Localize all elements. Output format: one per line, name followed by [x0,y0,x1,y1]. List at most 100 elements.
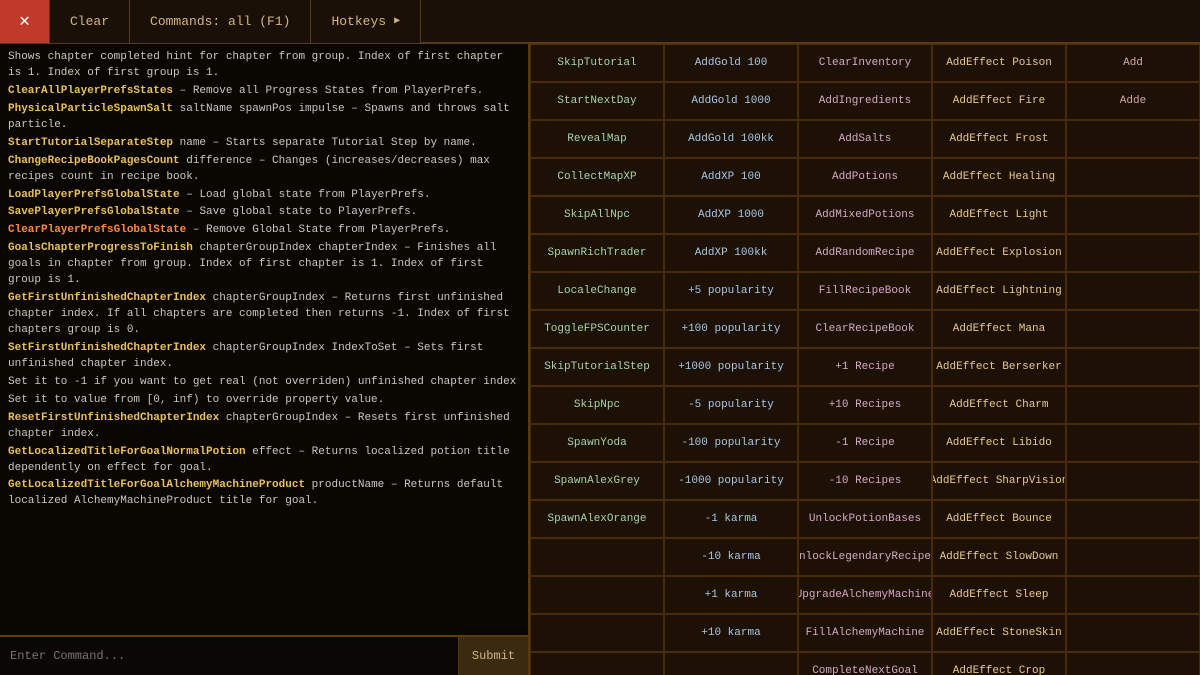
grid-button[interactable]: AddEffect Charm [932,386,1066,424]
grid-button[interactable] [530,538,664,576]
clear-button[interactable]: Clear [50,0,130,43]
grid-button[interactable]: -1 karma [664,500,798,538]
grid-button[interactable] [1066,652,1200,675]
grid-button[interactable] [1066,576,1200,614]
grid-button[interactable]: SkipNpc [530,386,664,424]
grid-button[interactable]: ClearRecipeBook [798,310,932,348]
grid-button[interactable]: +10 karma [664,614,798,652]
grid-button[interactable] [1066,158,1200,196]
grid-button[interactable]: AddEffect Berserker [932,348,1066,386]
hotkeys-button[interactable]: Hotkeys ▶ [311,0,421,43]
console-line: Shows chapter completed hint for chapter… [8,50,520,82]
grid-button[interactable]: -1 Recipe [798,424,932,462]
grid-button[interactable]: FillAlchemyMachine [798,614,932,652]
grid-button[interactable]: AddGold 100kk [664,120,798,158]
grid-button[interactable] [530,652,664,675]
grid-button[interactable]: AddEffect SlowDown [932,538,1066,576]
grid-button[interactable]: +5 popularity [664,272,798,310]
grid-button[interactable]: AddEffect Sleep [932,576,1066,614]
grid-button[interactable]: AddEffect Bounce [932,500,1066,538]
grid-button[interactable]: RevealMap [530,120,664,158]
grid-button[interactable]: AddXP 100kk [664,234,798,272]
grid-button[interactable]: +1000 popularity [664,348,798,386]
grid-button[interactable]: LocaleChange [530,272,664,310]
grid-button[interactable]: AddRandomRecipe [798,234,932,272]
grid-button[interactable] [530,614,664,652]
grid-button[interactable]: SpawnRichTrader [530,234,664,272]
grid-button[interactable]: +1 Recipe [798,348,932,386]
console-line: GetLocalizedTitleForGoalNormalPotion eff… [8,445,520,477]
console-line: ChangeRecipeBookPagesCount difference – … [8,154,520,186]
grid-button[interactable]: SpawnYoda [530,424,664,462]
grid-button[interactable]: AddEffect Libido [932,424,1066,462]
grid-button[interactable]: AddEffect Explosion [932,234,1066,272]
grid-button[interactable]: UnlockPotionBases [798,500,932,538]
grid-button[interactable] [1066,196,1200,234]
grid-button[interactable]: -1000 popularity [664,462,798,500]
grid-button[interactable]: CompleteNextGoal [798,652,932,675]
grid-button[interactable]: ToggleFPSCounter [530,310,664,348]
submit-button[interactable]: Submit [458,637,528,675]
grid-button[interactable] [1066,500,1200,538]
grid-button[interactable]: AddEffect Fire [932,82,1066,120]
grid-button[interactable]: AddEffect Crop [932,652,1066,675]
console-line: StartTutorialSeparateStep name – Starts … [8,136,520,152]
grid-button[interactable]: +10 Recipes [798,386,932,424]
grid-button[interactable] [1066,234,1200,272]
grid-button[interactable]: AddXP 1000 [664,196,798,234]
commands-button[interactable]: Commands: all (F1) [130,0,311,43]
grid-button[interactable]: AddXP 100 [664,158,798,196]
grid-button[interactable]: Add [1066,44,1200,82]
grid-button[interactable]: Adde [1066,82,1200,120]
grid-button[interactable]: SkipAllNpc [530,196,664,234]
grid-button[interactable]: AddEffect StoneSkin [932,614,1066,652]
grid-button[interactable]: UnlockLegendaryRecipes [798,538,932,576]
grid-button[interactable]: AddEffect Mana [932,310,1066,348]
grid-button[interactable] [1066,272,1200,310]
grid-button[interactable]: AddIngredients [798,82,932,120]
grid-button[interactable]: +1 karma [664,576,798,614]
grid-button[interactable] [1066,424,1200,462]
grid-button[interactable]: AddEffect Frost [932,120,1066,158]
close-button[interactable]: ✕ [0,0,50,43]
grid-button[interactable] [664,652,798,675]
grid-button[interactable] [1066,614,1200,652]
grid-button[interactable]: SkipTutorialStep [530,348,664,386]
console-line: GetFirstUnfinishedChapterIndex chapterGr… [8,291,520,339]
grid-button[interactable] [1066,120,1200,158]
grid-button[interactable]: AddPotions [798,158,932,196]
grid-button[interactable]: -5 popularity [664,386,798,424]
grid-button[interactable] [530,576,664,614]
grid-button[interactable] [1066,538,1200,576]
console-line: Set it to -1 if you want to get real (no… [8,375,520,391]
grid-button[interactable]: SpawnAlexGrey [530,462,664,500]
console-output[interactable]: Shows chapter completed hint for chapter… [0,44,528,635]
grid-button[interactable]: AddEffect Poison [932,44,1066,82]
grid-button[interactable] [1066,310,1200,348]
command-input[interactable] [0,637,458,675]
grid-button[interactable]: -10 Recipes [798,462,932,500]
grid-button[interactable] [1066,462,1200,500]
grid-button[interactable] [1066,386,1200,424]
grid-button[interactable]: UpgradeAlchemyMachine [798,576,932,614]
grid-button[interactable]: SkipTutorial [530,44,664,82]
cmd-name: GetFirstUnfinishedChapterIndex [8,292,206,304]
grid-button[interactable]: AddGold 1000 [664,82,798,120]
grid-button[interactable] [1066,348,1200,386]
grid-button[interactable]: -100 popularity [664,424,798,462]
grid-button[interactable]: AddEffect SharpVision [932,462,1066,500]
grid-button[interactable]: AddEffect Lightning [932,272,1066,310]
grid-button[interactable]: CollectMapXP [530,158,664,196]
grid-button[interactable]: AddSalts [798,120,932,158]
grid-button[interactable]: AddMixedPotions [798,196,932,234]
grid-button[interactable]: SpawnAlexOrange [530,500,664,538]
grid-button[interactable]: AddEffect Healing [932,158,1066,196]
grid-button[interactable]: FillRecipeBook [798,272,932,310]
grid-button[interactable]: StartNextDay [530,82,664,120]
grid-button[interactable]: AddEffect Light [932,196,1066,234]
grid-button[interactable]: -10 karma [664,538,798,576]
grid-button[interactable]: ClearInventory [798,44,932,82]
grid-button[interactable]: AddGold 100 [664,44,798,82]
grid-button[interactable]: +100 popularity [664,310,798,348]
right-panel[interactable]: SkipTutorialAddGold 100ClearInventoryAdd… [530,44,1200,675]
